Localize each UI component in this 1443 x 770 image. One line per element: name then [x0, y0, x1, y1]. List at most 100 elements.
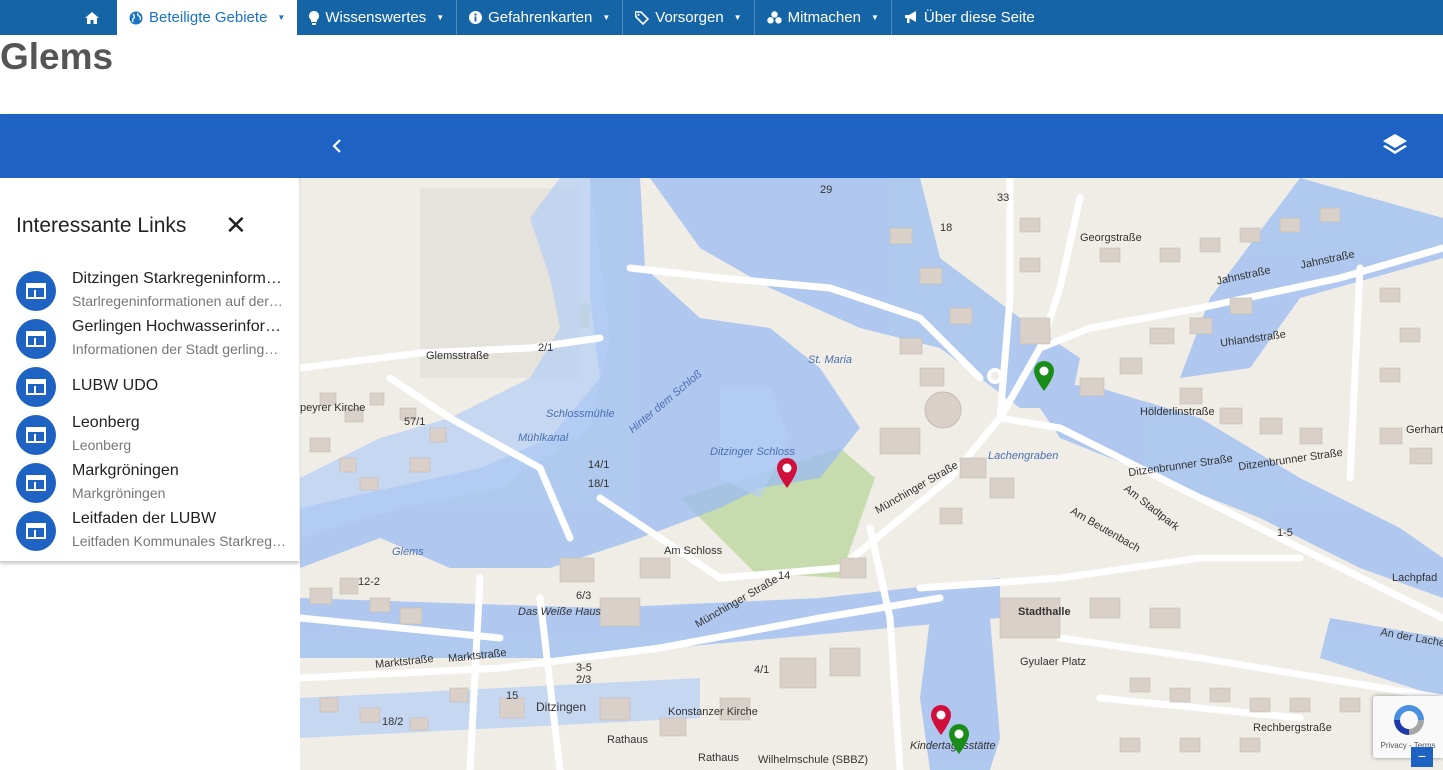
map-label: 18/2 — [382, 716, 404, 728]
map-label: Am Schloss — [664, 545, 723, 557]
nav-vorsorgen-label: Vorsorgen — [655, 9, 724, 26]
browser-icon — [16, 319, 56, 359]
browser-icon — [16, 415, 56, 455]
map-label: 12-2 — [358, 576, 381, 588]
users-icon — [766, 11, 782, 24]
nav-ueber-diese-seite-label: Über diese Seite — [923, 9, 1035, 26]
nav-mitmachen-label: Mitmachen — [787, 9, 861, 26]
link-title: Leitfaden der LUBW — [72, 510, 217, 527]
map-label: Mühlkanal — [518, 432, 569, 444]
nav-wissenswertes-label: Wissenswertes — [325, 9, 427, 26]
map-label: 4/1 — [754, 664, 770, 676]
panel-title: Interessante Links — [16, 214, 187, 237]
map-label: 2/1 — [538, 342, 554, 354]
link-title: LUBW UDO — [72, 377, 159, 394]
map-label: Konstanzer Kirche — [668, 706, 758, 718]
globe-icon — [129, 11, 143, 25]
link-item[interactable]: LUBW UDO — [0, 364, 299, 410]
info-icon — [469, 11, 483, 24]
tag-icon — [635, 10, 650, 25]
map-label: 14 — [778, 570, 791, 582]
page-title: Glems — [0, 36, 114, 77]
map-label: Hölderlinstraße — [1140, 406, 1215, 418]
link-subtitle: Starlregeninformationen auf der Seite de… — [72, 293, 286, 309]
link-subtitle: Leitfaden Kommunales Starkregenrisikoman… — [72, 533, 286, 549]
nav-ueber-diese-seite[interactable]: Über diese Seite — [892, 0, 1047, 35]
map-toolbar — [0, 114, 1443, 178]
map-label: Gyulaer Platz — [1020, 656, 1087, 668]
browser-icon — [16, 511, 56, 551]
bullhorn-icon — [904, 11, 918, 24]
map-label: Rathaus — [698, 752, 739, 764]
map-label: peyrer Kirche — [300, 402, 366, 414]
link-item[interactable]: Leitfaden der LUBW Leitfaden Kommunales … — [0, 508, 299, 554]
map-label: 14/1 — [588, 459, 610, 471]
nav-mitmachen[interactable]: Mitmachen ▼ — [755, 0, 892, 35]
map-label: Rathaus — [607, 734, 648, 746]
link-item[interactable]: Markgröningen Markgröningen — [0, 460, 299, 506]
map-label: 1-5 — [1277, 527, 1293, 539]
caret-down-icon: ▼ — [870, 13, 879, 22]
browser-icon — [16, 271, 56, 311]
link-title: Ditzingen Starkregeninformationen — [72, 270, 286, 287]
nav-home[interactable] — [0, 0, 117, 35]
browser-icon — [16, 463, 56, 503]
map-label: 6/3 — [576, 590, 592, 602]
map-label: 18 — [940, 222, 953, 234]
link-subtitle: Leonberg — [72, 437, 132, 453]
links-panel: Interessante Links ✕ Ditzingen Starkrege… — [0, 178, 299, 562]
close-icon[interactable]: ✕ — [225, 212, 247, 238]
nav-gefahrenkarten-label: Gefahrenkarten — [488, 9, 593, 26]
caret-down-icon: ▼ — [602, 13, 611, 22]
link-subtitle: Markgröningen — [72, 485, 166, 501]
map-label: 15 — [506, 690, 519, 702]
map-label: 2/3 — [576, 674, 592, 686]
map-label: 3-5 — [576, 662, 592, 674]
map-label: Stadthalle — [1018, 606, 1071, 618]
map-label: Schlossmühle — [546, 408, 615, 420]
map-label: Wilhelmschule (SBBZ) — [758, 754, 869, 766]
map-label: Rechbergstraße — [1253, 722, 1332, 734]
caret-down-icon: ▼ — [436, 13, 445, 22]
home-icon — [85, 11, 99, 24]
nav-wissenswertes[interactable]: Wissenswertes ▼ — [297, 0, 458, 35]
zoom-out-button[interactable]: − — [1411, 747, 1433, 767]
map-label: Georgstraße — [1080, 232, 1142, 244]
caret-down-icon: ▼ — [277, 13, 286, 22]
top-navigation: Beteiligte Gebiete ▼ Wissenswertes ▼ Gef… — [0, 0, 1443, 35]
map-label: Ditzingen — [536, 700, 587, 714]
map-label: Lachpfad — [1392, 572, 1438, 584]
caret-down-icon: ▼ — [733, 13, 742, 22]
link-item[interactable]: Gerlingen Hochwasserinformationen Inform… — [0, 316, 299, 362]
map-view[interactable]: Glemsstraße peyrer Kirche Glems Schlossm… — [300, 178, 1443, 770]
link-item[interactable]: Ditzingen Starkregeninformationen Starlr… — [0, 268, 299, 314]
link-title: Markgröningen — [72, 462, 179, 479]
link-subtitle: Informationen der Stadt gerlingen zum Ho… — [72, 341, 286, 357]
browser-icon — [16, 367, 56, 407]
nav-vorsorgen[interactable]: Vorsorgen ▼ — [623, 0, 755, 35]
map-label: Lachengraben — [988, 450, 1059, 462]
map-label: 57/1 — [404, 416, 426, 428]
map-label: St. Maria — [808, 354, 853, 366]
recaptcha-icon — [1394, 705, 1424, 735]
map-label: Das Weiße Haus — [518, 606, 601, 618]
map-base-layer — [300, 178, 1443, 770]
nav-gefahrenkarten[interactable]: Gefahrenkarten ▼ — [457, 0, 624, 35]
map-marker-green-icon[interactable] — [948, 723, 970, 755]
link-title: Leonberg — [72, 414, 140, 431]
nav-beteiligte-gebiete[interactable]: Beteiligte Gebiete ▼ — [117, 0, 298, 35]
map-label: 33 — [997, 192, 1010, 204]
map-label: Glemsstraße — [426, 350, 489, 362]
map-label: 29 — [820, 184, 833, 196]
map-label: 18/1 — [588, 478, 610, 490]
chevron-left-icon[interactable] — [326, 134, 348, 158]
map-marker-green-icon[interactable] — [1033, 360, 1055, 392]
map-label: Glems — [392, 546, 424, 558]
map-label: Gerhart-Ha — [1406, 424, 1443, 436]
lightbulb-icon — [309, 10, 320, 25]
map-marker-red-icon[interactable] — [776, 457, 798, 489]
link-title: Gerlingen Hochwasserinformationen — [72, 318, 286, 335]
layers-icon[interactable] — [1382, 132, 1408, 160]
link-item[interactable]: Leonberg Leonberg — [0, 412, 299, 458]
nav-beteiligte-gebiete-label: Beteiligte Gebiete — [149, 9, 268, 26]
